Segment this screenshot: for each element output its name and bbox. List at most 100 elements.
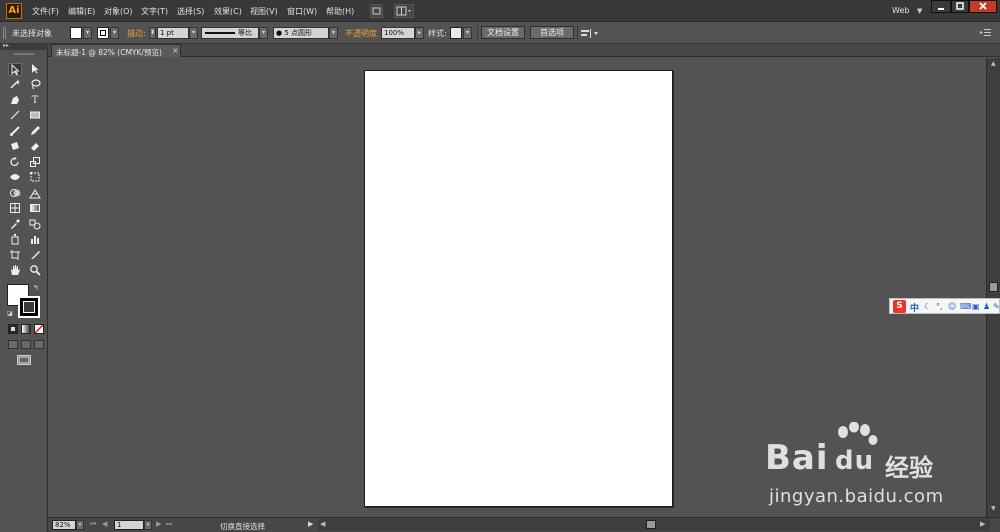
maximize-button[interactable] (951, 0, 969, 13)
hand-tool[interactable] (8, 264, 22, 277)
zoom-tool[interactable] (28, 264, 42, 277)
bridge-button[interactable] (370, 4, 383, 18)
tools-panel-header[interactable]: ▸▸ (0, 42, 48, 50)
zoom-level-input[interactable]: 82% (52, 520, 76, 530)
stroke-color-box[interactable] (18, 296, 40, 318)
workspace-switcher[interactable]: Web (892, 6, 909, 15)
perspective-grid-tool[interactable] (28, 187, 42, 200)
next-artboard-icon[interactable]: ▶ (156, 520, 161, 528)
symbol-sprayer-tool[interactable] (8, 233, 22, 246)
none-mode-button[interactable] (34, 324, 44, 334)
scroll-left-icon[interactable]: ◀ (320, 520, 325, 528)
scroll-up-icon[interactable]: ▲ (991, 60, 996, 67)
draw-inside-button[interactable] (34, 340, 44, 349)
moon-icon[interactable]: ☾ (924, 302, 931, 311)
status-menu-arrow-icon[interactable]: ▶ (308, 520, 313, 528)
free-transform-tool[interactable] (28, 171, 42, 184)
default-fill-stroke-icon[interactable]: ◪ (7, 310, 13, 317)
gradient-tool[interactable] (28, 202, 42, 215)
menu-help[interactable]: 帮助(H) (326, 6, 354, 17)
tools-panel-grip[interactable] (14, 53, 34, 55)
eraser-tool[interactable] (28, 140, 42, 153)
draw-normal-button[interactable] (8, 340, 18, 349)
last-artboard-icon[interactable]: ⏭ (166, 520, 172, 529)
menu-select[interactable]: 选择(S) (177, 6, 204, 17)
skin-icon[interactable]: ▣ (972, 302, 980, 311)
type-tool[interactable]: T (28, 94, 42, 107)
line-segment-tool[interactable] (8, 109, 22, 122)
smiley-icon[interactable]: ☺ (948, 302, 956, 311)
current-tool-status[interactable]: 切换直接选择 (220, 521, 265, 532)
chevron-down-icon[interactable]: ▼ (917, 7, 922, 15)
zoom-dropdown[interactable]: ▾ (76, 520, 84, 530)
artboard-number-input[interactable]: 1 (114, 520, 144, 530)
lasso-tool[interactable] (28, 78, 42, 91)
paintbrush-tool[interactable] (8, 125, 22, 138)
graphic-style-dropdown[interactable]: ▾ (463, 27, 472, 39)
panel-menu-icon[interactable] (980, 28, 992, 38)
opacity-label[interactable]: 不透明度 (345, 28, 377, 39)
minimize-button[interactable] (931, 0, 951, 13)
stroke-color-swatch[interactable] (97, 27, 109, 39)
vertical-scroll-thumb[interactable] (989, 282, 998, 292)
mesh-tool[interactable] (8, 202, 22, 215)
shirt-icon[interactable]: ♟ (983, 302, 990, 311)
blend-tool[interactable] (28, 218, 42, 231)
menu-type[interactable]: 文字(T) (141, 6, 168, 17)
stroke-weight-stepper[interactable]: ⬍ (149, 27, 156, 39)
eyedropper-tool[interactable] (8, 218, 22, 231)
shape-builder-tool[interactable] (8, 187, 22, 200)
artboard[interactable] (364, 70, 673, 507)
horizontal-scrollbar[interactable]: ◀ ▶ (318, 519, 990, 531)
opacity-input[interactable]: 100% (381, 27, 415, 39)
draw-behind-button[interactable] (21, 340, 31, 349)
arrange-documents-button[interactable] (394, 4, 414, 18)
menu-window[interactable]: 窗口(W) (287, 6, 317, 17)
rectangle-tool[interactable] (28, 109, 42, 122)
previous-artboard-icon[interactable]: ◀ (102, 520, 107, 528)
align-options-icon[interactable] (581, 28, 599, 39)
pen-tool[interactable] (8, 94, 22, 107)
stroke-weight-dropdown[interactable]: ▾ (189, 27, 198, 39)
stroke-label[interactable]: 描边: (127, 28, 146, 39)
scroll-right-icon[interactable]: ▶ (980, 520, 985, 528)
collapse-arrows-icon[interactable]: ▸▸ (3, 42, 9, 49)
stroke-profile-dropdown[interactable]: ▾ (259, 27, 268, 39)
close-button[interactable] (969, 0, 997, 13)
column-graph-tool[interactable] (28, 233, 42, 246)
brush-dropdown[interactable]: ▾ (329, 27, 338, 39)
brush-definition[interactable]: ● 5 点圆形 (273, 27, 329, 39)
punctuation-icon[interactable]: °, (936, 302, 943, 311)
variable-width-profile[interactable]: 等比 (201, 27, 259, 39)
artboard-dropdown[interactable]: ▾ (144, 520, 152, 530)
preferences-button[interactable]: 首选项 (530, 26, 574, 39)
rotate-tool[interactable] (8, 156, 22, 169)
swap-fill-stroke-icon[interactable]: ↰ (33, 284, 39, 292)
menu-effect[interactable]: 效果(C) (214, 6, 242, 17)
direct-selection-tool[interactable] (28, 63, 42, 76)
width-tool[interactable] (8, 171, 22, 184)
pencil-tool[interactable] (28, 125, 42, 138)
keyboard-icon[interactable]: ⌨ (960, 302, 972, 311)
selection-tool[interactable] (8, 63, 22, 76)
ime-mode-label[interactable]: 中 (910, 301, 919, 314)
menu-file[interactable]: 文件(F) (32, 6, 59, 17)
menu-edit[interactable]: 编辑(E) (68, 6, 95, 17)
artboard-tool[interactable] (8, 249, 22, 262)
menu-object[interactable]: 对象(O) (104, 6, 133, 17)
fill-color-swatch[interactable] (70, 27, 82, 39)
document-setup-button[interactable]: 文档设置 (481, 26, 525, 39)
close-icon[interactable]: × (172, 46, 179, 55)
magic-wand-tool[interactable] (8, 78, 22, 91)
first-artboard-icon[interactable]: ⏮ (90, 520, 96, 529)
vertical-scrollbar[interactable]: ▲ ▼ (986, 58, 1000, 517)
opacity-dropdown[interactable]: ▸ (415, 27, 424, 39)
horizontal-scroll-thumb[interactable] (646, 520, 656, 529)
graphic-style-swatch[interactable] (450, 27, 462, 39)
tool-icon[interactable]: ✎ (993, 302, 1000, 311)
ime-toolbar[interactable]: S 中 ☾ °, ☺ ⌨ ▣ ♟ ✎ (889, 298, 1000, 314)
change-screen-mode-button[interactable] (17, 355, 31, 365)
document-tab[interactable]: 未标题-1 @ 82% (CMYK/预览) × (51, 44, 181, 57)
gradient-mode-button[interactable] (21, 324, 31, 334)
sogou-logo-icon[interactable]: S (893, 300, 906, 313)
